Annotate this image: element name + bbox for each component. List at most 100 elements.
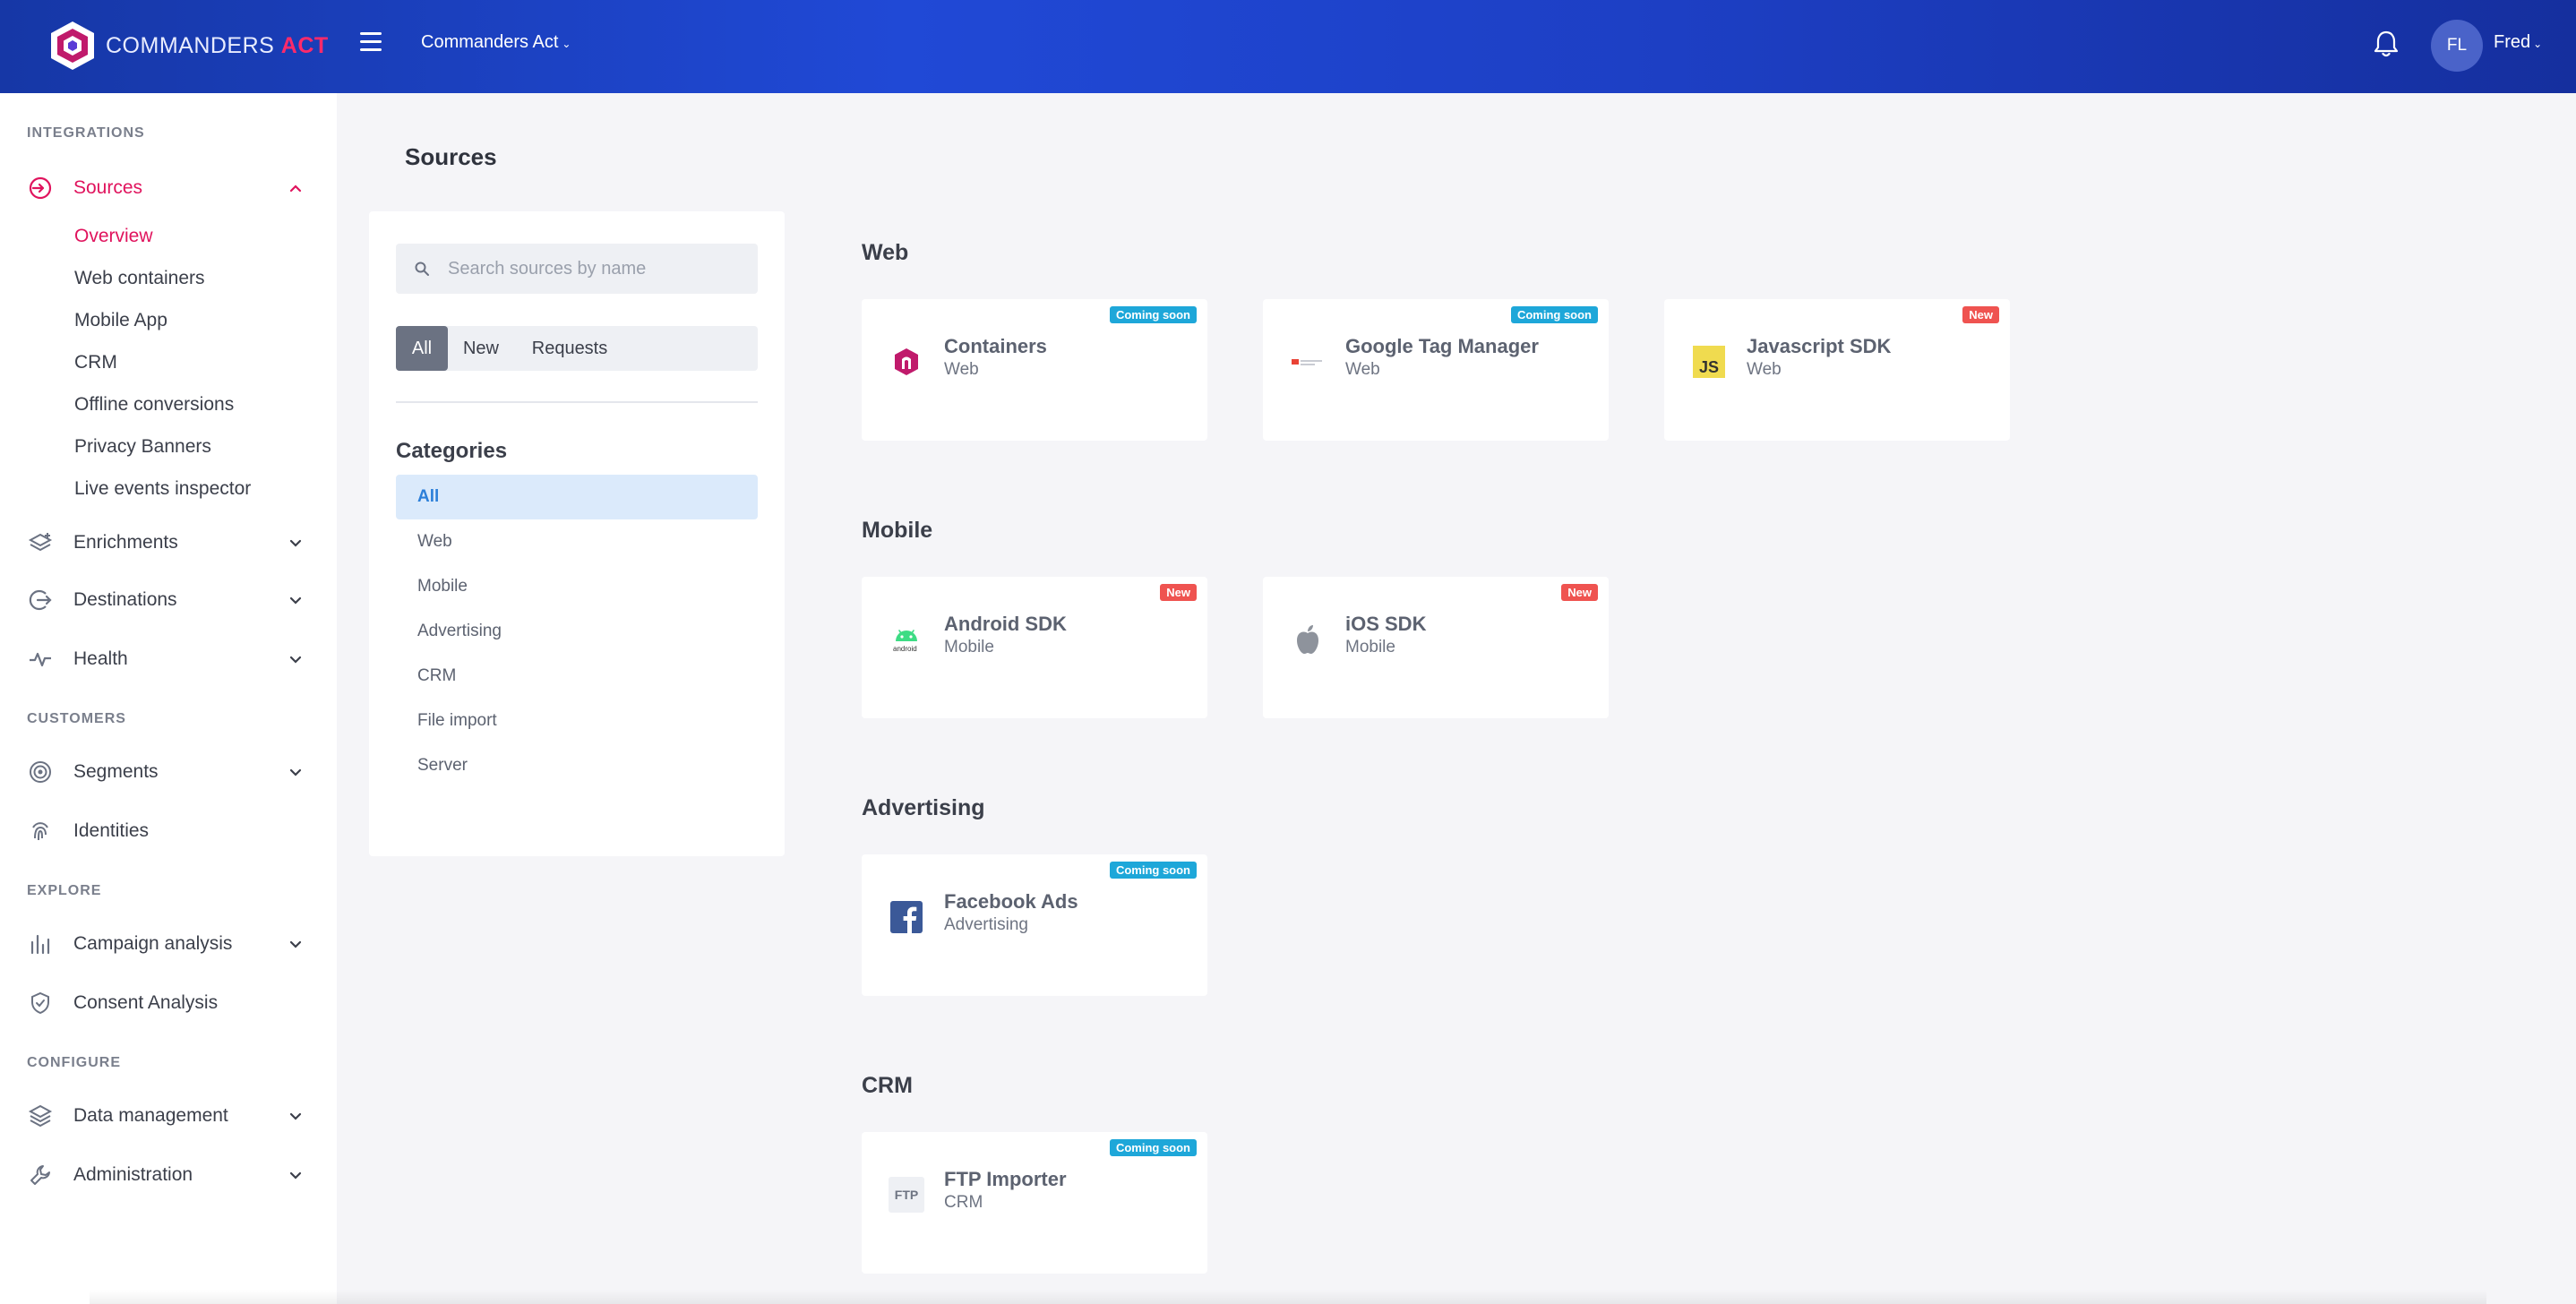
sidebar-subitem-web-containers[interactable]: Web containers [74,268,205,289]
sidebar-item-enrichments[interactable]: Enrichments [27,525,305,561]
layers-plus-icon [27,529,54,556]
target-icon [27,759,54,785]
chevron-down-icon: ⌄ [2533,38,2543,50]
sidebar-subitem-live-events-inspector[interactable]: Live events inspector [74,478,251,500]
sidebar-item-label: Identities [73,820,150,841]
sidebar-item-label: Administration [73,1164,193,1185]
apple-icon [1290,622,1326,657]
status-badge: New [1962,306,1999,323]
chevron-down-icon [289,1171,302,1180]
facebook-icon [889,899,924,935]
source-card-containers[interactable]: Containers Web Coming soon [862,299,1207,441]
fingerprint-icon [27,818,54,845]
heartbeat-icon [27,646,54,673]
card-title: Facebook Ads [944,890,1078,913]
ftp-icon-label: FTP [894,1188,919,1202]
source-card-facebook-ads[interactable]: Facebook Ads Advertising Coming soon [862,854,1207,996]
card-subtitle: Advertising [944,915,1028,934]
shield-check-icon [27,990,54,1017]
logo-text: COMMANDERS ACT [106,32,329,58]
chevron-down-icon [289,656,302,664]
sidebar-item-label: Segments [73,761,159,782]
card-subtitle: Web [1345,360,1380,379]
sidebar-item-administration[interactable]: Administration [27,1157,305,1193]
chevron-down-icon [289,940,302,948]
sidebar-section-customers: CUSTOMERS [27,711,126,726]
sidebar-item-destinations[interactable]: Destinations [27,582,305,618]
categories-heading: Categories [396,439,508,463]
search-box[interactable] [396,244,758,294]
sidebar-item-consent-analysis[interactable]: Consent Analysis [27,985,305,1021]
tab-all[interactable]: All [396,326,448,371]
chevron-down-icon [289,539,302,547]
top-header: COMMANDERS ACT Commanders Act ⌄ FL Fred ⌄ [0,0,2576,93]
svg-text:android: android [893,645,917,653]
organization-selector[interactable]: Commanders Act ⌄ [421,32,571,53]
ftp-icon: FTP [889,1177,924,1213]
chevron-up-icon [289,184,302,193]
sidebar-item-campaign-analysis[interactable]: Campaign analysis [27,926,305,962]
source-card-ftp-importer[interactable]: FTP FTP Importer CRM Coming soon [862,1132,1207,1274]
sidebar-subitem-mobile-app[interactable]: Mobile App [74,310,167,331]
card-title: Javascript SDK [1747,335,1892,357]
sidebar-item-data-management[interactable]: Data management [27,1098,305,1134]
sign-out-icon [27,587,54,613]
sidebar-item-label: Data management [73,1105,228,1126]
javascript-icon: JS [1691,344,1727,380]
category-server[interactable]: Server [396,743,758,788]
tab-new[interactable]: New [448,326,514,371]
category-web[interactable]: Web [396,519,758,564]
sidebar-section-explore: EXPLORE [27,883,102,898]
sidebar-item-label: Sources [73,177,143,198]
notifications-bell-icon[interactable] [2372,29,2400,59]
source-card-google-tag-manager[interactable]: Google Tag Manager Web Coming soon [1263,299,1609,441]
sidebar-item-health[interactable]: Health [27,641,305,677]
user-avatar[interactable]: FL [2431,20,2483,72]
sidebar-subitem-privacy-banners[interactable]: Privacy Banners [74,436,211,458]
tab-requests[interactable]: Requests [514,326,625,371]
source-card-javascript-sdk[interactable]: JS Javascript SDK Web New [1664,299,2010,441]
menu-toggle-icon[interactable] [360,32,382,54]
category-advertising[interactable]: Advertising [396,609,758,654]
sidebar-item-identities[interactable]: Identities [27,813,305,849]
sidebar-subitem-crm[interactable]: CRM [74,352,117,373]
bar-chart-icon [27,931,54,957]
divider [396,401,758,403]
category-mobile[interactable]: Mobile [396,564,758,609]
chevron-down-icon: ⌄ [562,38,571,50]
source-card-ios-sdk[interactable]: iOS SDK Mobile New [1263,577,1609,718]
sidebar-item-segments[interactable]: Segments [27,754,305,790]
app-logo[interactable]: COMMANDERS ACT [48,20,329,72]
sidebar-section-integrations: INTEGRATIONS [27,125,145,141]
sidebar-subitem-overview[interactable]: Overview [74,226,153,247]
org-name: Commanders Act [421,32,559,52]
chevron-down-icon [289,768,302,776]
category-crm[interactable]: CRM [396,654,758,699]
source-card-android-sdk[interactable]: android Android SDK Mobile New [862,577,1207,718]
search-input[interactable] [448,258,752,279]
layers-icon [27,1102,54,1129]
category-all[interactable]: All [396,475,758,519]
android-icon: android [889,622,924,657]
sidebar: INTEGRATIONS Sources Overview Web contai… [0,93,337,1304]
status-badge: Coming soon [1510,306,1598,323]
user-menu[interactable]: Fred ⌄ [2494,32,2542,53]
category-file-import[interactable]: File import [396,699,758,743]
sidebar-item-label: Enrichments [73,532,178,553]
card-title: Containers [944,335,1047,357]
page-title: Sources [405,143,497,170]
user-name: Fred [2494,32,2531,52]
card-title: Google Tag Manager [1345,335,1539,357]
status-badge: New [1561,584,1598,601]
commanders-act-logo-icon [889,344,924,380]
google-tag-manager-icon [1290,344,1326,380]
card-subtitle: Web [944,360,979,379]
card-title: Android SDK [944,613,1067,635]
status-badge: Coming soon [1109,862,1197,879]
chevron-down-icon [289,596,302,605]
sidebar-subitem-offline-conversions[interactable]: Offline conversions [74,394,234,416]
sidebar-item-sources[interactable]: Sources [27,170,305,206]
chevron-down-icon [289,1112,302,1120]
section-heading-web: Web [862,240,909,265]
status-badge: New [1160,584,1197,601]
